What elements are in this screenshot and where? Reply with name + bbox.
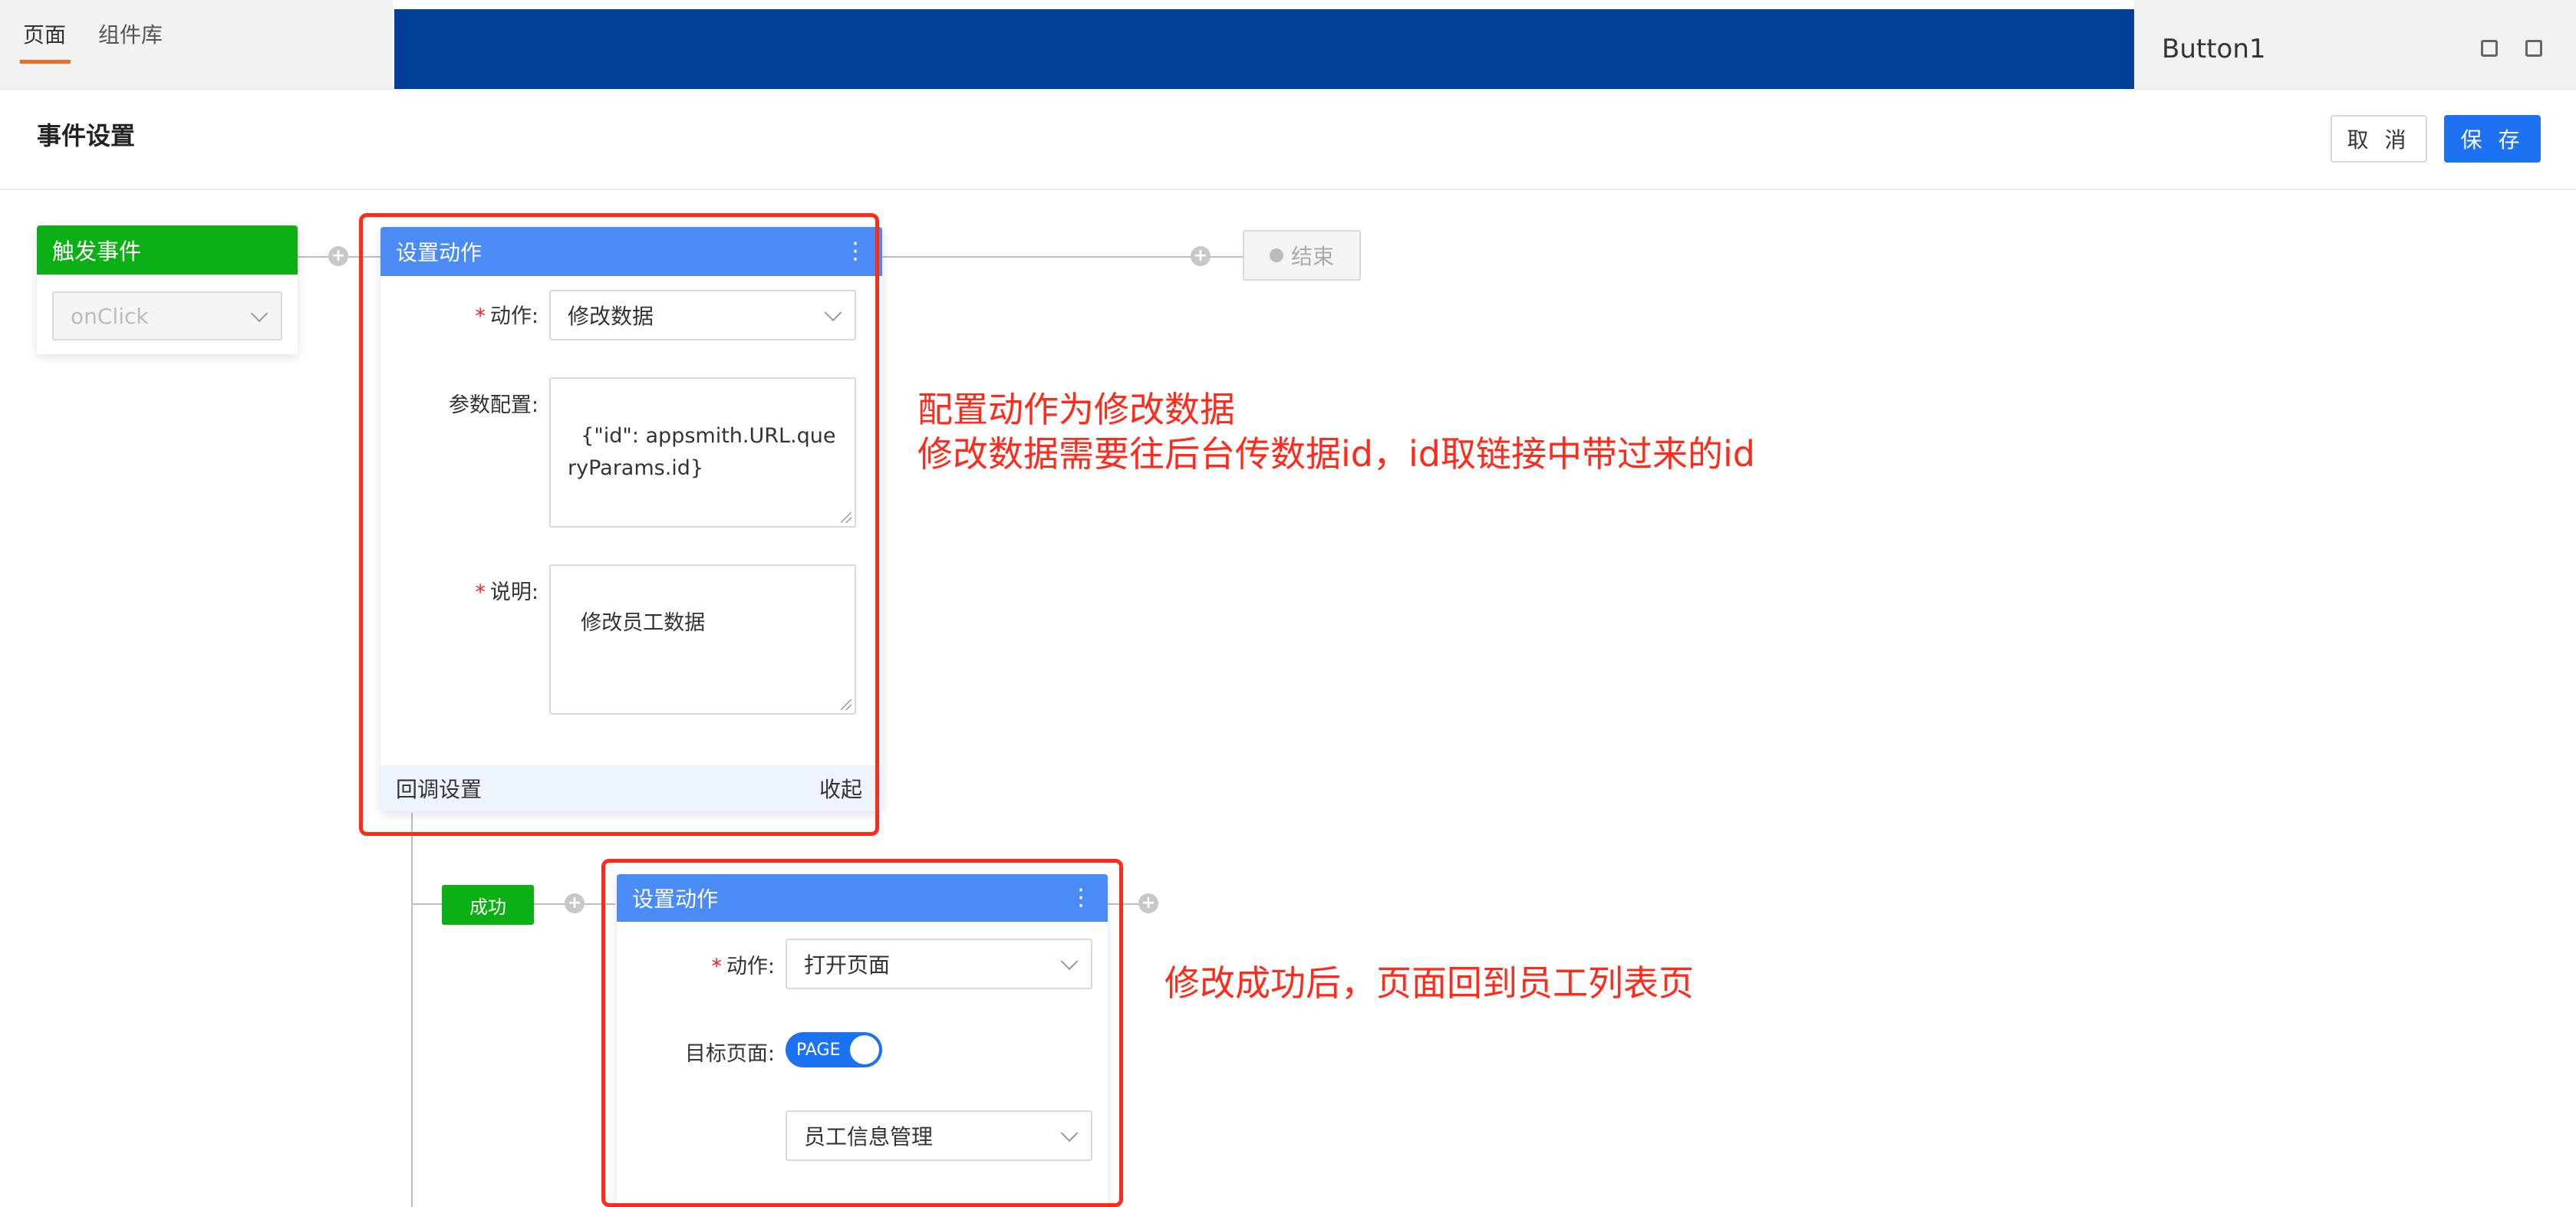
trigger-event-select: onClick [52, 291, 282, 340]
add-node-plus-icon[interactable]: + [328, 246, 348, 266]
trigger-event-value: onClick [71, 303, 149, 329]
annotation-note-2: 修改成功后，页面回到员工列表页 [1164, 962, 1694, 1004]
save-button[interactable]: 保 存 [2444, 115, 2541, 163]
connector-line [882, 256, 1243, 258]
connector-line-vertical [411, 813, 413, 1207]
success-branch-badge: 成功 [442, 885, 534, 925]
cancel-button[interactable]: 取 消 [2331, 115, 2427, 163]
end-node-label: 结束 [1290, 244, 1334, 269]
background-tab-components[interactable]: 组件库 [98, 18, 163, 49]
add-node-plus-icon[interactable]: + [1191, 246, 1211, 266]
end-node[interactable]: 结束 [1243, 230, 1361, 281]
annotation-note-1-line-1: 配置动作为修改数据 [917, 389, 1235, 430]
trigger-card-title: 触发事件 [37, 225, 298, 275]
modal-divider [0, 189, 2576, 190]
background-widget-name: Button1 [2162, 34, 2266, 64]
trash-icon[interactable] [2525, 40, 2542, 57]
annotation-box [601, 859, 1123, 1207]
end-dot-icon [1269, 248, 1283, 262]
modal-title: 事件设置 [37, 121, 136, 150]
background-tab-pages[interactable]: 页面 [23, 18, 66, 49]
background-canvas-widget [394, 9, 2134, 89]
annotation-note-1-line-2: 修改数据需要往后台传数据id，id取链接中带过来的id [917, 433, 1755, 475]
add-node-plus-icon[interactable]: + [565, 893, 585, 913]
annotation-box [359, 213, 879, 836]
background-tab-indicator [20, 60, 71, 64]
chevron-down-icon [250, 304, 268, 323]
add-node-plus-icon[interactable]: + [1138, 893, 1158, 913]
copy-icon[interactable] [2481, 40, 2498, 57]
connector-line [411, 903, 442, 905]
